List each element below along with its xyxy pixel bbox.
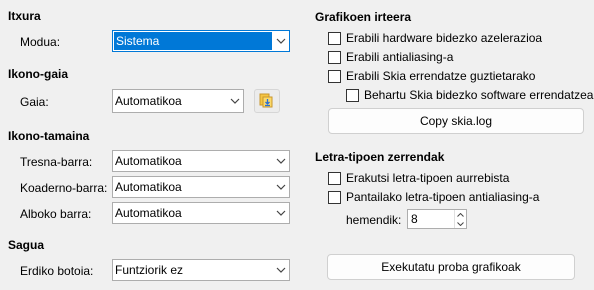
skia-checkbox-row[interactable]: Erabili Skia errendatze guztietarako bbox=[328, 69, 535, 83]
grafikoen-irteera-section-title: Grafikoen irteera bbox=[315, 10, 412, 24]
koaderno-barra-combobox[interactable]: Automatikoa bbox=[112, 176, 290, 198]
alboko-barra-value: Automatikoa bbox=[115, 206, 182, 220]
tresna-barra-label: Tresna-barra: bbox=[20, 155, 93, 169]
modua-label: Modua: bbox=[20, 35, 61, 49]
chevron-down-icon[interactable] bbox=[273, 151, 289, 171]
ikono-tamaina-section-title: Ikono-tamaina bbox=[8, 129, 90, 143]
antialias-checkbox-row[interactable]: Erabili antialiasing-a bbox=[328, 50, 453, 64]
hemendik-value: 8 bbox=[411, 212, 418, 226]
skia-checkbox[interactable] bbox=[328, 69, 341, 83]
erdiko-botoia-value: Funtziorik ez bbox=[115, 263, 184, 277]
chevron-down-icon[interactable] bbox=[273, 203, 289, 223]
spin-down-icon[interactable] bbox=[455, 219, 466, 228]
theme-install-icon bbox=[258, 91, 276, 112]
pantaila-antialias-checkbox[interactable] bbox=[328, 190, 341, 204]
hw-accel-checkbox[interactable] bbox=[328, 31, 341, 45]
pantaila-antialias-label: Pantailako letra-tipoen antialiasing-a bbox=[346, 190, 540, 204]
chevron-down-icon[interactable] bbox=[273, 260, 289, 280]
antialias-checkbox[interactable] bbox=[328, 50, 341, 64]
copy-skia-log-button[interactable]: Copy skia.log bbox=[328, 108, 584, 134]
modua-value: Sistema bbox=[114, 32, 272, 50]
itxura-section-title: Itxura bbox=[8, 9, 41, 23]
letra-tipoen-section-title: Letra-tipoen zerrendak bbox=[315, 150, 445, 164]
theme-install-button[interactable] bbox=[254, 89, 280, 113]
alboko-barra-label: Alboko barra: bbox=[20, 207, 92, 221]
ikono-gaia-section-title: Ikono-gaia bbox=[8, 67, 69, 81]
gaia-value: Automatikoa bbox=[115, 94, 182, 108]
aurrebista-label: Erakutsi letra-tipoen aurrebista bbox=[346, 171, 510, 185]
skia-sw-checkbox-row[interactable]: Behartu Skia bidezko software errendatze… bbox=[346, 88, 593, 102]
hemendik-spinbox[interactable]: 8 bbox=[407, 209, 467, 229]
hw-accel-checkbox-row[interactable]: Erabili hardware bidezko azelerazioa bbox=[328, 31, 542, 45]
spin-up-icon[interactable] bbox=[455, 210, 466, 219]
hemendik-label: hemendik: bbox=[346, 213, 402, 227]
gaia-combobox[interactable]: Automatikoa bbox=[112, 89, 244, 113]
skia-label: Erabili Skia errendatze guztietarako bbox=[346, 69, 536, 83]
chevron-down-icon[interactable] bbox=[273, 177, 289, 197]
tresna-barra-combobox[interactable]: Automatikoa bbox=[112, 150, 290, 172]
erdiko-botoia-label: Erdiko botoia: bbox=[20, 264, 94, 278]
erdiko-botoia-combobox[interactable]: Funtziorik ez bbox=[112, 259, 290, 281]
chevron-down-icon[interactable] bbox=[273, 31, 289, 51]
pantaila-antialias-checkbox-row[interactable]: Pantailako letra-tipoen antialiasing-a bbox=[328, 190, 539, 204]
antialias-label: Erabili antialiasing-a bbox=[346, 50, 454, 64]
aurrebista-checkbox-row[interactable]: Erakutsi letra-tipoen aurrebista bbox=[328, 171, 509, 185]
skia-sw-label: Behartu Skia bidezko software errendatze… bbox=[364, 88, 594, 102]
skia-sw-checkbox[interactable] bbox=[346, 88, 359, 102]
run-graphics-test-button[interactable]: Exekutatu proba grafikoak bbox=[327, 254, 575, 280]
sagua-section-title: Sagua bbox=[8, 238, 45, 252]
hw-accel-label: Erabili hardware bidezko azelerazioa bbox=[346, 31, 543, 45]
tresna-barra-value: Automatikoa bbox=[115, 154, 182, 168]
modua-combobox[interactable]: Sistema bbox=[112, 30, 290, 52]
aurrebista-checkbox[interactable] bbox=[328, 171, 341, 185]
gaia-label: Gaia: bbox=[20, 95, 49, 109]
alboko-barra-combobox[interactable]: Automatikoa bbox=[112, 202, 290, 224]
koaderno-barra-label: Koaderno-barra: bbox=[20, 181, 108, 195]
chevron-down-icon[interactable] bbox=[227, 90, 243, 112]
koaderno-barra-value: Automatikoa bbox=[115, 180, 182, 194]
